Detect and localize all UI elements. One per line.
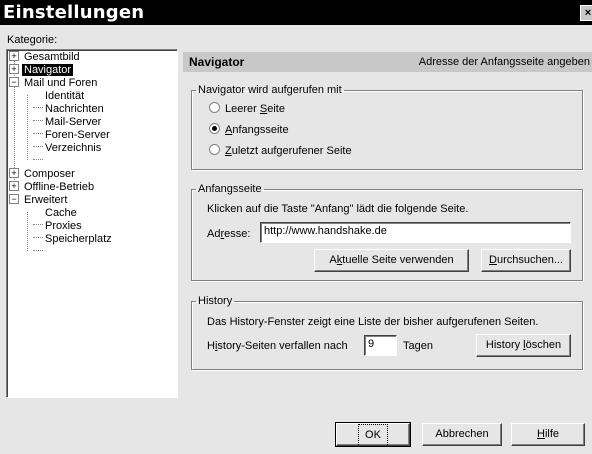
tree-connector <box>33 120 43 121</box>
help-button[interactable]: Hilfe <box>511 423 585 446</box>
tree-item-proxies[interactable]: Proxies <box>43 220 84 233</box>
history-expire-label: History-Seiten verfallen nach <box>207 340 348 352</box>
radio-blank-page[interactable]: Leerer Seite <box>209 102 285 116</box>
homepage-group-legend: Anfangsseite <box>198 183 262 195</box>
tree-item-mail-und-foren[interactable]: − Mail und Foren <box>9 77 99 90</box>
tree-item-navigator[interactable]: + Navigator <box>9 64 74 77</box>
radio-last-page[interactable]: Zuletzt aufgerufener Seite <box>209 144 352 158</box>
window-title: Einstellungen <box>3 2 145 23</box>
history-group: History <box>191 295 583 370</box>
tree-item-identitaet[interactable]: Identität <box>43 90 86 103</box>
tree-branch-line <box>27 212 28 251</box>
history-info: Das History-Fenster zeigt eine Liste der… <box>207 316 539 328</box>
expand-icon[interactable]: + <box>9 51 19 61</box>
expand-icon[interactable]: + <box>9 181 19 191</box>
startup-group-legend: Navigator wird aufgerufen mit <box>198 84 342 96</box>
use-current-page-button[interactable]: Aktuelle Seite verwenden <box>314 249 469 272</box>
tree-item-mail-server[interactable]: Mail-Server <box>43 116 103 129</box>
tree-item-cache[interactable]: Cache <box>43 207 79 220</box>
tree-connector <box>33 224 43 225</box>
collapse-icon[interactable]: − <box>9 194 19 204</box>
expand-icon[interactable]: + <box>9 64 19 74</box>
browse-button[interactable]: Durchsuchen... <box>481 249 571 272</box>
ok-button[interactable]: OK <box>335 422 411 447</box>
radio-icon[interactable] <box>209 123 220 134</box>
address-label: Adresse: <box>207 228 251 240</box>
history-days-unit: Tagen <box>403 340 433 352</box>
radio-icon[interactable] <box>209 102 220 113</box>
expand-icon[interactable]: + <box>9 168 19 178</box>
panel-header: Navigator Adresse der Anfangsseite angeb… <box>183 52 592 72</box>
radio-icon[interactable] <box>209 144 220 155</box>
radio-home-page[interactable]: Anfangsseite <box>209 123 289 137</box>
tree-item-erweitert[interactable]: − Erweitert <box>9 194 69 207</box>
category-label: Kategorie: <box>7 34 58 46</box>
title-bar: Einstellungen × <box>0 0 592 25</box>
tree-connector <box>33 237 43 238</box>
tree-connector <box>33 250 43 251</box>
panel-description: Adresse der Anfangsseite angeben <box>418 56 590 68</box>
collapse-icon[interactable]: − <box>9 77 19 87</box>
address-input[interactable]: http://www.handshake.de <box>260 222 571 243</box>
cancel-button[interactable]: Abbrechen <box>422 423 502 446</box>
tree-item-offline-betrieb[interactable]: + Offline-Betrieb <box>9 181 96 194</box>
tree-item-foren-server[interactable]: Foren-Server <box>43 129 112 142</box>
tree-item-speicherplatz[interactable]: Speicherplatz <box>43 233 114 246</box>
tree-connector <box>33 133 43 134</box>
tree-item-verzeichnis[interactable]: Verzeichnis <box>43 142 103 155</box>
panel-title: Navigator <box>189 55 245 69</box>
tree-connector <box>33 146 43 147</box>
tree-item-composer[interactable]: + Composer <box>9 168 77 181</box>
tree-item-gesamtbild[interactable]: + Gesamtbild <box>9 51 82 64</box>
tree-connector <box>33 159 43 160</box>
tree-item-nachrichten[interactable]: Nachrichten <box>43 103 106 116</box>
category-tree: + Gesamtbild + Navigator − Mail und Fore… <box>6 49 178 398</box>
homepage-info: Klicken auf die Taste "Anfang" lädt die … <box>207 203 469 215</box>
close-icon[interactable]: × <box>580 5 592 21</box>
history-days-input[interactable]: 9 <box>364 335 397 356</box>
tree-branch-line <box>27 95 28 160</box>
tree-connector <box>33 107 43 108</box>
history-group-legend: History <box>198 295 233 307</box>
clear-history-button[interactable]: History löschen <box>476 334 571 357</box>
preferences-dialog: Einstellungen × Kategorie: + Gesamtbild … <box>0 0 592 454</box>
